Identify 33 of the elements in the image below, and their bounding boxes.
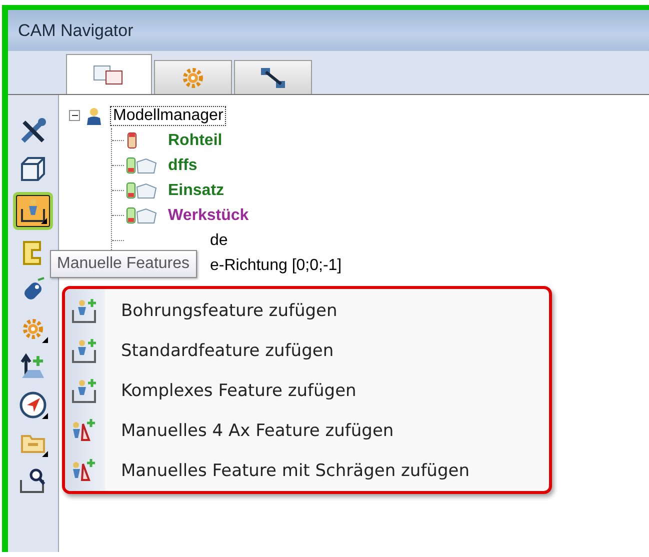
dropdown-mark-icon (42, 451, 48, 457)
magnifier-icon (18, 466, 48, 496)
menu-item[interactable]: Bohrungsfeature zufügen (65, 291, 549, 331)
dropdown-mark-icon (41, 218, 47, 224)
tree-item[interactable]: Einsatz (168, 182, 224, 200)
dropdown-mark-icon (42, 413, 48, 419)
stock-icon (127, 132, 137, 149)
menu-item[interactable]: Manuelles 4 Ax Feature zufügen (65, 411, 549, 451)
toolbar-button[interactable] (16, 195, 50, 227)
compass-icon (18, 390, 48, 420)
tab[interactable] (234, 60, 312, 94)
pocket-feature-icon (71, 378, 99, 404)
pocket-icon (19, 197, 47, 225)
tree-item[interactable]: e-Richtung [0;0;-1] (210, 256, 342, 274)
person-icon (84, 106, 104, 126)
pocket-feature-icon (71, 338, 99, 364)
tree-item[interactable]: Rohteil (168, 132, 222, 150)
cube-icon (18, 154, 48, 184)
linkage-icon (259, 66, 287, 90)
tree-item[interactable]: dffs (168, 156, 198, 174)
tree-item[interactable]: Werkstück (168, 206, 249, 224)
menu-item[interactable]: Manuelles Feature mit Schrägen zufügen (65, 451, 549, 491)
tooltip: Manuelle Features (50, 250, 197, 278)
tree-item[interactable]: Modellmanager (110, 106, 226, 126)
pocket-feature-icon (71, 298, 99, 324)
collapse-toggle-icon[interactable] (69, 110, 80, 121)
window-title: CAM Navigator (18, 20, 134, 40)
tree-item[interactable]: de (210, 232, 228, 250)
menu-item[interactable]: Standardfeature zufügen (65, 331, 549, 371)
gear-icon (181, 66, 205, 90)
menu-item[interactable]: Komplexes Feature zufügen (65, 371, 549, 411)
gear-icon (21, 317, 45, 341)
dropdown-mark-icon (42, 337, 48, 343)
